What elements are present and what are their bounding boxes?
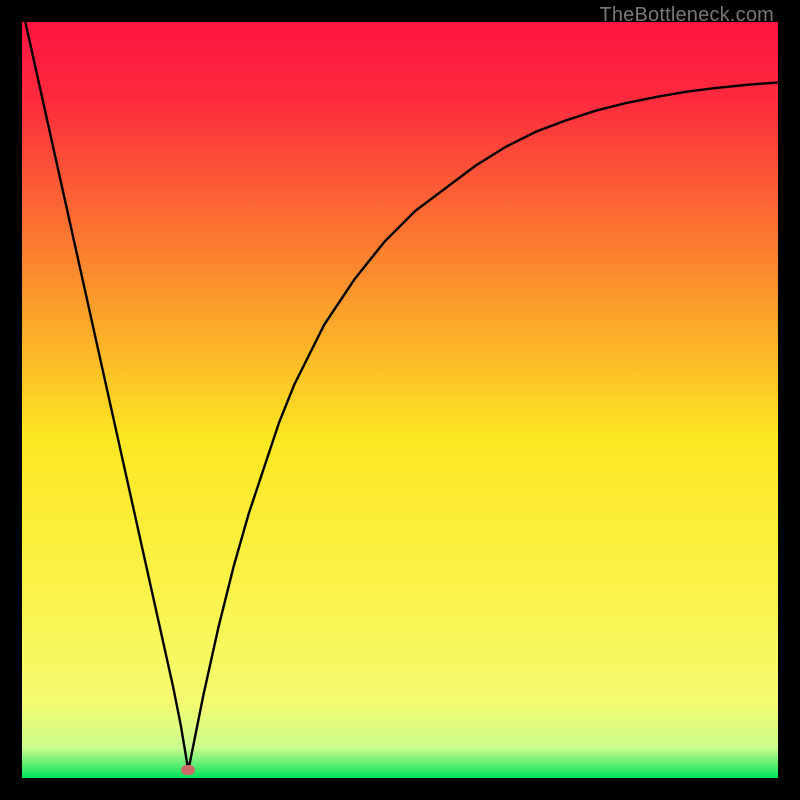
minimum-marker bbox=[181, 765, 195, 775]
gradient-background bbox=[22, 22, 778, 778]
chart-svg bbox=[22, 22, 778, 778]
plot-frame bbox=[22, 22, 778, 778]
